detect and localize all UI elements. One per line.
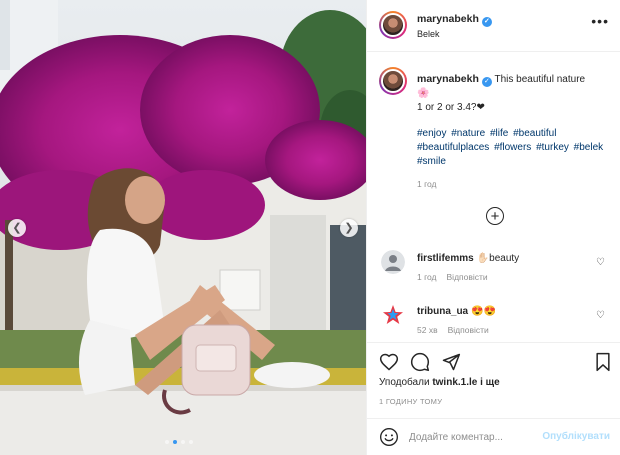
comment-timestamp: 1 год [417,272,437,282]
comment-body: tribuna_ua 😍😍 [417,306,496,317]
liker-username-link[interactable]: twink.1.le [432,377,477,388]
hashtag-link[interactable]: #flowers [494,142,531,153]
carousel-prev-button[interactable]: ❮ [8,219,26,237]
author-username-link[interactable]: marynabekh ✓ [417,13,492,27]
post-header: marynabekh ✓ Belek ••• [367,0,620,52]
post-image [0,0,366,455]
chevron-left-icon: ❮ [12,221,22,234]
caption-author-avatar[interactable] [379,67,407,95]
emoji-smile-icon[interactable] [379,427,399,447]
publish-comment-button[interactable]: Опублікувати [542,431,610,442]
add-comment-bar: Опублікувати [367,418,620,455]
comment-meta: 52 хв Відповісти [417,325,489,335]
caption-text: This beautiful nature [494,74,586,85]
comment-item: firstlifemms ✋🏻beauty 1 год Відповісти ♡ [367,250,620,290]
carousel-indicator [165,440,193,444]
verified-badge-icon: ✓ [481,77,492,87]
commenter-avatar[interactable] [381,250,405,274]
caption-emoji: 🌸 [417,88,430,99]
author-avatar[interactable] [379,11,407,39]
hashtag-link[interactable]: #belek [574,142,603,153]
avatar-image [381,250,405,274]
caption-username-link[interactable]: marynabekh [417,73,479,85]
chevron-right-icon: ❯ [344,221,354,234]
post-caption: marynabekh ✓ This beautiful nature 🌸 1 or… [417,72,612,115]
hashtag-link[interactable]: #smile [417,156,446,167]
carousel-dot-active [173,440,177,444]
more-options-icon[interactable]: ••• [591,14,609,28]
post-timestamp[interactable]: 1 ГОДИНУ ТОМУ [379,397,442,406]
comment-bubble-icon[interactable] [410,352,430,372]
hashtag-link[interactable]: #beautiful [513,128,556,139]
likes-prefix: Уподобали [379,377,430,388]
load-more-comments-button[interactable]: + [486,207,504,225]
comment-timestamp: 52 хв [417,325,438,335]
hashtag-link[interactable]: #turkey [536,142,569,153]
carousel-dot [165,440,169,444]
comment-like-heart-icon[interactable]: ♡ [596,257,605,268]
likes-summary: Уподобали twink.1.le і ще [379,377,500,388]
reply-button[interactable]: Відповісти [448,325,489,335]
post-location-link[interactable]: Belek [417,29,440,39]
verified-badge-icon: ✓ [481,17,492,27]
caption-line-2: 1 or 2 or 3.4?❤ [417,102,485,113]
carousel-next-button[interactable]: ❯ [340,219,358,237]
commenter-avatar[interactable] [381,303,405,327]
commenter-username-link[interactable]: tribuna_ua [417,306,468,317]
comment-text: ✋🏻beauty [476,253,520,264]
star-logo-icon [381,303,405,327]
post-panel: marynabekh ✓ Belek ••• marynabekh ✓ This b… [366,0,620,455]
hashtag-link[interactable]: #beautifulplaces [417,142,489,153]
post-actions-bar [367,342,620,382]
comment-body: firstlifemms ✋🏻beauty [417,253,519,264]
comment-meta: 1 год Відповісти [417,272,488,282]
hashtag-link[interactable]: #life [490,128,508,139]
comment-like-heart-icon[interactable]: ♡ [596,310,605,321]
hashtag-link[interactable]: #nature [451,128,485,139]
comment-item: tribuna_ua 😍😍 52 хв Відповісти ♡ [367,303,620,343]
caption-timestamp: 1 год [417,179,437,189]
post-photo[interactable]: ❮ ❯ [0,0,366,455]
like-heart-icon[interactable] [379,352,399,372]
hashtag-list: #enjoy #nature #life #beautiful #beautif… [417,127,607,169]
add-comment-input[interactable] [409,429,539,445]
reply-button[interactable]: Відповісти [447,272,488,282]
save-bookmark-icon[interactable] [593,352,613,372]
carousel-dot [181,440,185,444]
carousel-dot [189,440,193,444]
hashtag-link[interactable]: #enjoy [417,128,446,139]
plus-circle-icon: + [490,207,500,225]
comment-text: 😍😍 [471,306,497,317]
commenter-username-link[interactable]: firstlifemms [417,253,474,264]
likes-more-link[interactable]: і ще [480,377,500,388]
share-paper-plane-icon[interactable] [441,352,461,372]
